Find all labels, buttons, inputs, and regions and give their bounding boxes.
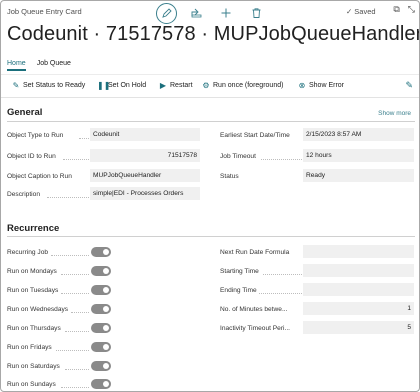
top-actions xyxy=(156,2,267,24)
share-icon[interactable] xyxy=(185,2,207,24)
toggle-label: Run on Tuesdays xyxy=(7,287,59,294)
leader-dots xyxy=(263,274,302,275)
action-label: Show Error xyxy=(309,82,345,89)
toggle-label: Run on Thursdays xyxy=(7,325,61,332)
leader-dots xyxy=(71,312,89,313)
leader-dots xyxy=(261,159,302,160)
tab-job-queue[interactable]: Job Queue xyxy=(37,60,71,71)
field-label: Starting Time xyxy=(220,268,259,275)
leader-dots xyxy=(259,293,302,294)
new-plus-icon[interactable] xyxy=(215,2,237,24)
field-label: Object Type to Run xyxy=(7,132,64,139)
restart-button[interactable]: ▶ Restart xyxy=(159,81,193,90)
show-error-button[interactable]: ⊗ Show Error xyxy=(298,81,344,90)
run-once-icon: ⚙ xyxy=(202,81,210,90)
object-type-field[interactable]: Codeunit xyxy=(90,128,200,141)
field-label: Job Timeout xyxy=(220,153,256,160)
edit-pencil-icon[interactable] xyxy=(156,2,177,24)
job-queue-entry-card: Job Queue Entry Card ✓ Saved ⧉ ⤡ Codeuni… xyxy=(0,0,420,392)
recurrence-divider xyxy=(7,236,415,237)
action-bar: ✎ Set Status to Ready ❚❚ Set On Hold ▶ R… xyxy=(1,74,419,98)
description-field[interactable]: simple|EDI - Processes Orders xyxy=(90,187,200,200)
run-on-tuesdays-toggle[interactable] xyxy=(91,285,111,295)
field-label: Description xyxy=(7,191,40,198)
show-more-link[interactable]: Show more xyxy=(378,110,411,117)
action-label: Set On Hold xyxy=(108,82,147,89)
field-label: Status xyxy=(220,173,239,180)
pin-icon[interactable]: ✎ xyxy=(405,80,413,91)
general-section-title[interactable]: General xyxy=(7,107,42,118)
field-label: No. of Minutes betwe... xyxy=(220,306,288,313)
field-label: Ending Time xyxy=(220,287,257,294)
set-on-hold-button[interactable]: ❚❚ Set On Hold xyxy=(97,81,146,90)
general-divider xyxy=(7,121,415,122)
card-type-label: Job Queue Entry Card xyxy=(7,7,82,16)
action-label: Restart xyxy=(170,82,193,89)
minutes-between-runs-field[interactable]: 1 xyxy=(303,302,414,315)
pause-icon: ❚❚ xyxy=(97,81,111,90)
field-label: Object ID to Run xyxy=(7,153,56,160)
next-run-date-formula-field[interactable] xyxy=(303,245,414,258)
leader-dots xyxy=(47,197,89,198)
checkmark-icon: ✓ xyxy=(346,7,353,16)
leader-dots xyxy=(51,255,89,256)
earliest-start-field[interactable]: 2/15/2023 8:57 AM xyxy=(303,128,414,141)
toggle-label: Run on Saturdays xyxy=(7,363,60,370)
run-on-saturdays-toggle[interactable] xyxy=(91,361,111,371)
job-timeout-field[interactable]: 12 hours xyxy=(303,149,414,162)
window-controls: ⧉ ⤡ xyxy=(393,4,415,15)
top-bar: Job Queue Entry Card ✓ Saved ⧉ ⤡ xyxy=(1,1,419,24)
action-label: Run once (foreground) xyxy=(213,82,284,89)
field-label: Object Caption to Run xyxy=(7,173,72,180)
toggle-label: Run on Fridays xyxy=(7,344,52,351)
leader-dots xyxy=(61,387,89,388)
starting-time-field[interactable] xyxy=(303,264,414,277)
run-on-fridays-toggle[interactable] xyxy=(91,342,111,352)
object-caption-field: MUPJobQueueHandler xyxy=(90,169,200,182)
error-icon: ⊗ xyxy=(298,81,306,90)
action-label: Set Status to Ready xyxy=(23,82,86,89)
run-on-wednesdays-toggle[interactable] xyxy=(91,304,111,314)
toggle-label: Run on Wednesdays xyxy=(7,306,69,313)
leader-dots xyxy=(65,331,89,332)
field-label: Inactivity Timeout Peri... xyxy=(220,325,290,332)
run-on-thursdays-toggle[interactable] xyxy=(91,323,111,333)
inactivity-timeout-field[interactable]: 5 xyxy=(303,321,414,334)
collapse-icon[interactable]: ⤡ xyxy=(408,4,415,15)
run-once-button[interactable]: ⚙ Run once (foreground) xyxy=(202,81,283,90)
recurring-job-toggle[interactable] xyxy=(91,247,111,257)
leader-dots xyxy=(61,293,89,294)
leader-dots xyxy=(65,369,89,370)
toggle-label: Run on Mondays xyxy=(7,268,57,275)
tab-bar: Home Job Queue xyxy=(7,60,71,71)
saved-status: ✓ Saved xyxy=(346,7,376,16)
object-id-field[interactable]: 71517578 xyxy=(90,149,200,162)
toggle-label: Recurring Job xyxy=(7,249,49,256)
run-on-mondays-toggle[interactable] xyxy=(91,266,111,276)
delete-trash-icon[interactable] xyxy=(245,2,267,24)
field-label: Earliest Start Date/Time xyxy=(220,132,290,139)
toggle-label: Run on Sundays xyxy=(7,381,56,388)
leader-dots xyxy=(56,350,89,351)
set-status-icon: ✎ xyxy=(12,81,20,90)
page-title: Codeunit · 71517578 · MUPJobQueueHandler xyxy=(7,23,420,45)
field-label: Next Run Date Formula xyxy=(220,249,290,256)
saved-label: Saved xyxy=(354,7,376,16)
recurrence-section-title[interactable]: Recurrence xyxy=(7,223,59,234)
set-status-to-ready-button[interactable]: ✎ Set Status to Ready xyxy=(12,81,86,90)
status-field: Ready xyxy=(303,169,414,182)
open-new-window-icon[interactable]: ⧉ xyxy=(393,4,399,15)
leader-dots xyxy=(63,159,89,160)
run-on-sundays-toggle[interactable] xyxy=(91,379,111,389)
leader-dots xyxy=(61,274,89,275)
tab-home[interactable]: Home xyxy=(7,60,26,71)
leader-dots xyxy=(79,138,89,139)
play-icon: ▶ xyxy=(159,81,167,90)
ending-time-field[interactable] xyxy=(303,283,414,296)
